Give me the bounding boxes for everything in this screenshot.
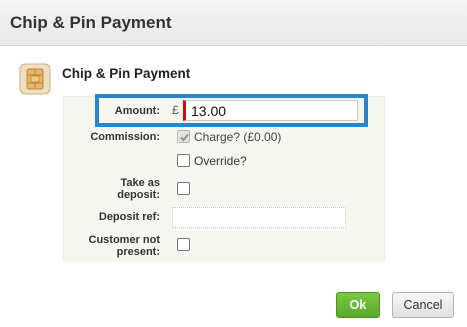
- cnp-label-line1: Customer not: [88, 234, 161, 246]
- customer-not-present-checkbox[interactable]: [177, 238, 190, 251]
- section-heading: Chip & Pin Payment: [62, 66, 191, 81]
- deposit-label: Take as deposit:: [80, 177, 160, 201]
- charge-checkbox[interactable]: [177, 130, 190, 143]
- override-label: Override?: [194, 154, 247, 168]
- dialog-titlebar[interactable]: Chip & Pin Payment: [0, 0, 467, 46]
- checkmark-icon: [180, 133, 189, 142]
- deposit-checkbox[interactable]: [177, 182, 190, 195]
- customer-not-present-label: Customer not present:: [66, 234, 161, 258]
- dialog-title: Chip & Pin Payment: [10, 13, 172, 32]
- override-checkbox[interactable]: [177, 154, 190, 167]
- deposit-ref-input[interactable]: [172, 207, 346, 228]
- cancel-button[interactable]: Cancel: [392, 292, 454, 318]
- deposit-label-line1: Take as: [120, 177, 160, 189]
- amount-label: Amount:: [114, 105, 160, 117]
- deposit-ref-label: Deposit ref:: [98, 211, 160, 223]
- ok-button[interactable]: Ok: [336, 292, 380, 318]
- commission-label: Commission:: [90, 131, 160, 143]
- chip-card-icon: [19, 63, 51, 95]
- currency-symbol: £: [172, 103, 179, 117]
- charge-label: Charge? (£0.00): [194, 130, 282, 144]
- amount-input[interactable]: [183, 100, 358, 121]
- payment-dialog: Chip & Pin Payment Chip & Pin Payment Am…: [0, 0, 467, 327]
- cnp-label-line2: present:: [116, 246, 160, 258]
- deposit-label-line2: deposit:: [117, 189, 160, 201]
